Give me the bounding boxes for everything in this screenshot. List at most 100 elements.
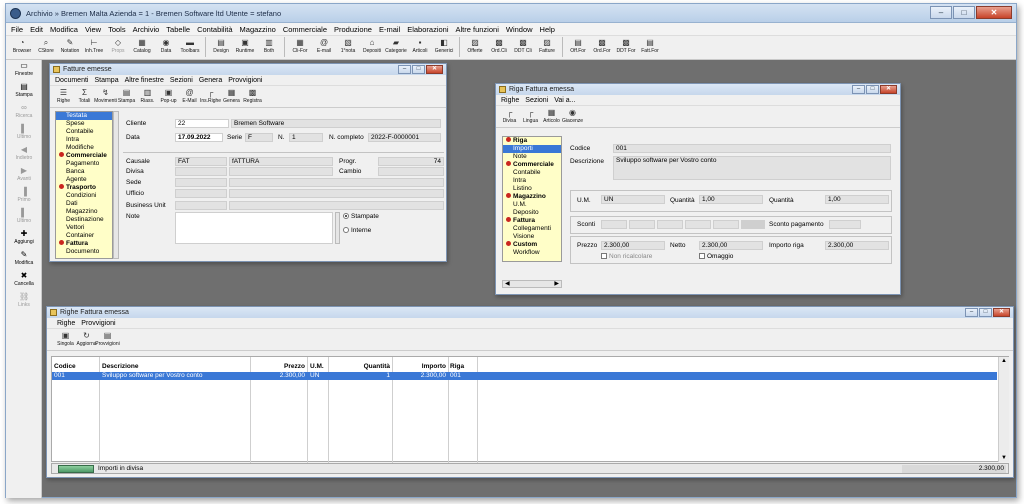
footer-tab-label[interactable]: Importi in divisa: [98, 465, 143, 472]
menu-item-elaborazioni[interactable]: Elaborazioni: [407, 25, 448, 34]
fatture-minimize-button[interactable]: –: [398, 65, 411, 74]
submenu-item-stampa[interactable]: Stampa: [94, 77, 118, 84]
menu-item-produzione[interactable]: Produzione: [334, 25, 372, 34]
section-contabile[interactable]: Contabile: [503, 169, 561, 177]
section-documento[interactable]: Documento: [56, 248, 112, 256]
codice-field[interactable]: 001: [613, 144, 891, 153]
fattura-tool-genera-button[interactable]: ▦ Genera: [221, 86, 242, 109]
sconto-2-field[interactable]: [629, 220, 655, 229]
toolbar-both-button[interactable]: ▥ Both: [257, 36, 281, 59]
cambio-field[interactable]: [378, 167, 444, 176]
quantita1-field[interactable]: 1,00: [699, 195, 763, 204]
section-intra[interactable]: Intra: [56, 136, 112, 144]
submenu-item-sezioni[interactable]: Sezioni: [525, 97, 548, 104]
divisa-desc-field[interactable]: [229, 167, 333, 176]
toolbar-tree-button[interactable]: ⊢ Inh.Tree: [82, 36, 106, 59]
menu-item-e-mail[interactable]: E-mail: [379, 25, 400, 34]
sconto-pag-field[interactable]: [829, 220, 861, 229]
column-header-um[interactable]: U.M.: [310, 363, 328, 370]
toolbar-generici-button[interactable]: ◧ Generici: [432, 36, 456, 59]
cliente-name-field[interactable]: Bremen Software: [231, 119, 441, 128]
toolbar-props-button[interactable]: ◇ Props: [106, 36, 130, 59]
section-condizioni[interactable]: Condizioni: [56, 192, 112, 200]
section-collegamenti[interactable]: Collegamenti: [503, 225, 561, 233]
section-riga[interactable]: Riga: [503, 137, 561, 145]
section-visione[interactable]: Visione: [503, 233, 561, 241]
section-listino[interactable]: Listino: [503, 185, 561, 193]
omaggio-checkbox[interactable]: Omaggio: [699, 253, 733, 260]
section-banca[interactable]: Banca: [56, 168, 112, 176]
fattura-tool-riass--button[interactable]: ▥ Riass.: [137, 86, 158, 109]
radio-interne[interactable]: Interne: [343, 227, 371, 234]
fatture-close-button[interactable]: ✕: [426, 65, 443, 74]
toolbar-fatture-button[interactable]: ▨ Fatture: [535, 36, 559, 59]
sede-field[interactable]: [175, 178, 227, 187]
fattura-tool-ins-righe-button[interactable]: ┌ Ins.Righe: [200, 86, 221, 109]
causale-desc-field[interactable]: fATTURA: [229, 157, 333, 166]
descrizione-field[interactable]: Sviluppo software per Vostro conto: [613, 156, 891, 180]
toolbar-fattfor-button[interactable]: ▤ Fatt.For: [638, 36, 662, 59]
righe-minimize-button[interactable]: –: [965, 308, 978, 317]
menu-item-contabilit-[interactable]: Contabilità: [197, 25, 232, 34]
section-spese[interactable]: Spese: [56, 120, 112, 128]
radio-stampate[interactable]: Stampate: [343, 213, 379, 220]
menu-item-commerciale[interactable]: Commerciale: [283, 25, 327, 34]
menu-item-modifica[interactable]: Modifica: [50, 25, 78, 34]
toolbar-catalog-button[interactable]: ▦ Catalog: [130, 36, 154, 59]
fatture-scrollbar[interactable]: [113, 111, 119, 259]
column-header-codice[interactable]: Codice: [54, 363, 98, 370]
menu-item-tools[interactable]: Tools: [108, 25, 126, 34]
toolbar-clifor-button[interactable]: ▦ Cli-For: [288, 36, 312, 59]
note-scrollbar[interactable]: [335, 212, 340, 244]
maximize-button[interactable]: □: [953, 6, 975, 19]
ufficio-field[interactable]: [175, 189, 227, 198]
column-header-riga[interactable]: Riga: [450, 363, 476, 370]
data-field[interactable]: 17.09.2022: [175, 133, 223, 142]
toolbar-offerte-button[interactable]: ▨ Offerte: [463, 36, 487, 59]
causale-code-field[interactable]: FAT: [175, 157, 227, 166]
section-custom[interactable]: Custom: [503, 241, 561, 249]
bu-field[interactable]: [175, 201, 227, 210]
left-print-button[interactable]: ▤ Stampa: [6, 81, 42, 102]
toolbar-toolbars-button[interactable]: ▬ Toolbars: [178, 36, 202, 59]
section-commerciale[interactable]: Commerciale: [503, 161, 561, 169]
left-binoculars-button[interactable]: ∞ Ricerca: [6, 102, 42, 123]
toolbar-ddtfor-button[interactable]: ▩ DDT For: [614, 36, 638, 59]
column-header-descrizione[interactable]: Descrizione: [102, 363, 242, 370]
menu-item-window[interactable]: Window: [506, 25, 533, 34]
section-magazzino[interactable]: Magazzino: [503, 193, 561, 201]
riga-restore-button[interactable]: □: [866, 85, 879, 94]
section-modifiche[interactable]: Modifiche: [56, 144, 112, 152]
toolbar-ordcli-button[interactable]: ▩ Ord.Cli: [487, 36, 511, 59]
riga-minimize-button[interactable]: –: [852, 85, 865, 94]
left-window-button[interactable]: ▭ Finestre: [6, 60, 42, 81]
toolbar-articoli-button[interactable]: ▪ Articoli: [408, 36, 432, 59]
submenu-item-documenti[interactable]: Documenti: [55, 77, 88, 84]
progr-field[interactable]: 74: [378, 157, 444, 166]
righe-tool-singola-button[interactable]: ▣ Singola: [55, 329, 76, 352]
section-fattura[interactable]: Fattura: [503, 217, 561, 225]
close-button[interactable]: ✕: [976, 6, 1012, 19]
righe-close-button[interactable]: ✕: [993, 308, 1010, 317]
column-header-prezzo[interactable]: Prezzo: [252, 363, 305, 370]
toolbar-runtime-button[interactable]: ▣ Runtime: [233, 36, 257, 59]
n-field[interactable]: 1: [289, 133, 323, 142]
left-add-button[interactable]: ✚ Aggiungi: [6, 228, 42, 249]
section-vettori[interactable]: Vettori: [56, 224, 112, 232]
left-last-button[interactable]: ▌ Ultimo: [6, 123, 42, 144]
section-testata[interactable]: Testata: [56, 112, 112, 120]
toolbar-notation-button[interactable]: ✎ Notation: [58, 36, 82, 59]
sede-desc-field[interactable]: [229, 178, 444, 187]
section-agente[interactable]: Agente: [56, 176, 112, 184]
section-magazzino[interactable]: Magazzino: [56, 208, 112, 216]
fatture-section-list[interactable]: Testata Spese Contabile Intra Modifiche Comme…: [55, 111, 113, 259]
section-fattura[interactable]: Fattura: [56, 240, 112, 248]
submenu-item-provvigioni[interactable]: Provvigioni: [81, 320, 115, 327]
section-workflow[interactable]: Workflow: [503, 249, 561, 257]
righe-restore-button[interactable]: □: [979, 308, 992, 317]
menu-item-archivio[interactable]: Archivio: [133, 25, 160, 34]
submenu-item-sezioni[interactable]: Sezioni: [170, 77, 193, 84]
column-header-quantita[interactable]: Quantità: [330, 363, 390, 370]
submenu-item-provvigioni[interactable]: Provvigioni: [228, 77, 262, 84]
fattura-tool-movimenti-button[interactable]: ↯ Movimenti: [94, 86, 117, 109]
